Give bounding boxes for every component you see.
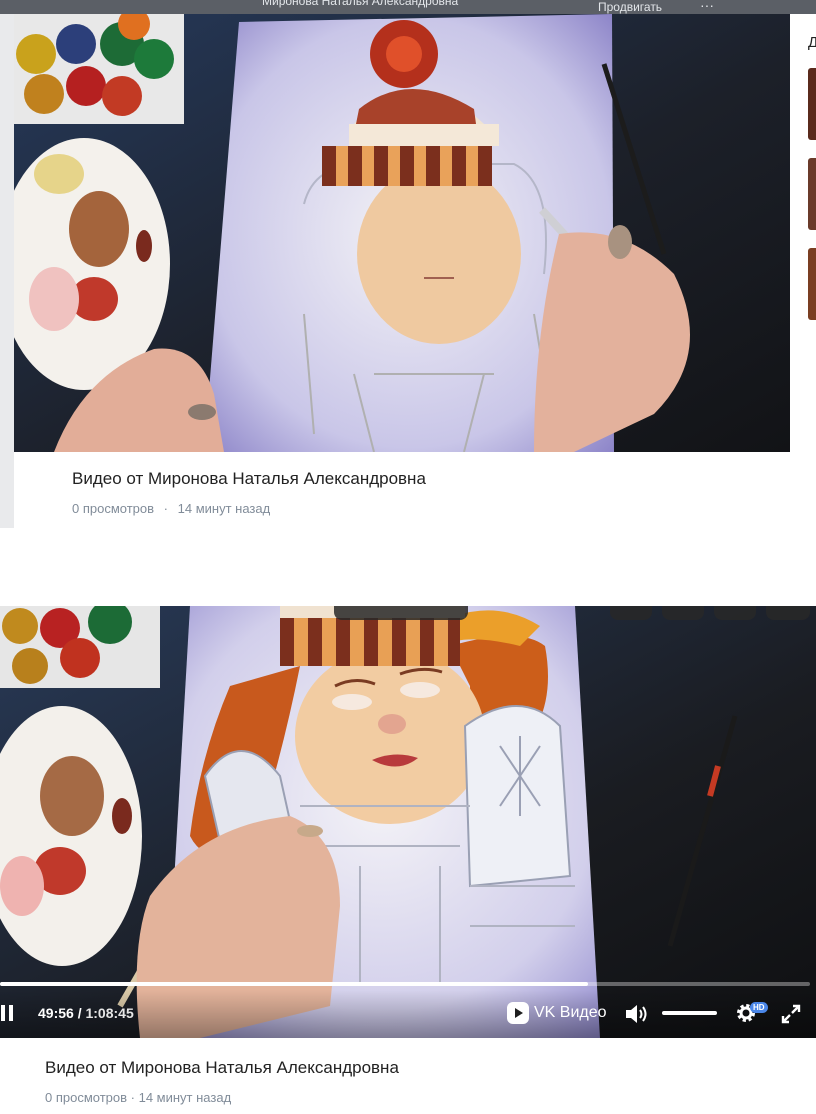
player-top-button[interactable] (766, 606, 810, 620)
duration: 1:08:45 (85, 1005, 134, 1021)
video-2-frame-image (0, 606, 816, 1038)
related-thumbnail[interactable] (808, 68, 816, 140)
views-count: 0 просмотров (72, 501, 155, 516)
vk-video-logo-icon[interactable] (507, 1002, 529, 1024)
video-1-meta: 0 просмотров · 14 минут назад (72, 501, 270, 516)
video-player[interactable] (0, 606, 816, 1038)
video-card-1: Миронова Наталья Александровна Продвигат… (0, 0, 816, 528)
pause-button[interactable] (0, 1003, 16, 1023)
video-2-title[interactable]: Видео от Миронова Наталья Александровна (45, 1058, 399, 1078)
player-top-button[interactable] (610, 606, 652, 620)
current-time: 49:56 (38, 1005, 74, 1021)
related-sidebar: Д (790, 14, 816, 528)
video-1-info: Видео от Миронова Наталья Александровна … (14, 452, 790, 528)
vk-video-brand[interactable]: VK Видео (534, 1004, 607, 1022)
hd-badge: HD (750, 1002, 768, 1013)
meta-separator: · (163, 501, 169, 516)
volume-icon[interactable] (624, 1003, 650, 1025)
related-thumbnail[interactable] (808, 248, 816, 320)
video-1-thumbnail[interactable] (14, 14, 790, 452)
author-name[interactable]: Миронова Наталья Александровна (262, 0, 458, 8)
promote-button[interactable]: Продвигать (598, 0, 662, 14)
player-top-button[interactable] (714, 606, 756, 620)
sidebar-heading: Д (808, 34, 816, 51)
progress-bar-fill (0, 982, 588, 986)
time-ago: 14 минут назад (177, 501, 271, 516)
video-1-frame-image (14, 14, 790, 452)
video-2-meta: 0 просмотров · 14 минут назад (45, 1090, 232, 1105)
top-bar: Миронова Наталья Александровна Продвигат… (0, 0, 816, 14)
more-menu-icon[interactable]: ··· (700, 0, 714, 13)
video-2-info: Видео от Миронова Наталья Александровна … (0, 1038, 816, 1114)
player-top-button[interactable] (662, 606, 704, 620)
pause-icon (1, 1005, 5, 1021)
related-thumbnail[interactable] (808, 158, 816, 230)
volume-slider[interactable] (662, 1011, 717, 1015)
player-top-pill (334, 606, 468, 620)
time-display: 49:56 / 1:08:45 (38, 1005, 134, 1021)
video-1-title[interactable]: Видео от Миронова Наталья Александровна (72, 469, 426, 489)
fullscreen-icon[interactable] (780, 1003, 802, 1025)
time-separator: / (77, 1005, 82, 1021)
